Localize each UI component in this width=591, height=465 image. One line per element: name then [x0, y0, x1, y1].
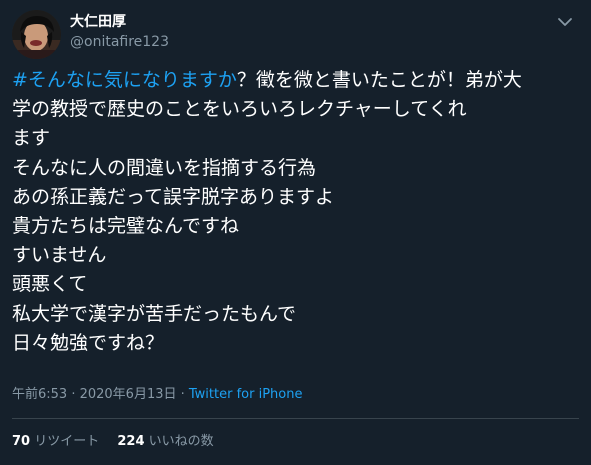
hashtag-link[interactable]: #そんなに気になりますか	[12, 69, 237, 91]
retweets-count: 70	[12, 434, 31, 449]
avatar-image	[12, 10, 61, 59]
chevron-down-icon[interactable]	[555, 12, 575, 32]
retweets-stat[interactable]: 70 リツイート	[12, 432, 99, 452]
avatar[interactable]	[12, 10, 61, 59]
tweet-line-text: ？徵を微と書いたことが！弟が大	[236, 69, 522, 91]
tweet-line: すいません	[12, 244, 107, 267]
likes-label: いいねの数	[148, 434, 214, 449]
tweet-line: 頭悪くて	[12, 273, 88, 296]
tweet-line: 私大学で漢字が苦手だったもんで	[12, 302, 297, 325]
tweet-text: #そんなに気になりますか？徵を微と書いたことが！弟が大 学の教授で歴史のことをい…	[12, 66, 579, 358]
tweet-card: 大仁田厚 @onitafire123 #そんなに気になりますか？徵を微と書いたこ…	[0, 0, 591, 465]
tweet-line: あの孫正義だって誤字脱字ありますよ	[12, 185, 335, 208]
tweet-line: ます	[12, 127, 51, 150]
likes-stat[interactable]: 224 いいねの数	[117, 432, 213, 452]
timestamp[interactable]: 午前6:53 · 2020年6月13日 ·	[12, 387, 189, 402]
source-link[interactable]: Twitter for iPhone	[189, 387, 303, 402]
tweet-header: 大仁田厚 @onitafire123	[12, 10, 579, 60]
display-name[interactable]: 大仁田厚	[70, 12, 169, 32]
tweet-line: そんなに人の間違いを指摘する行為	[12, 156, 317, 179]
tweet-stats: 70 リツイート 224 いいねの数	[12, 432, 228, 452]
likes-count: 224	[117, 434, 145, 449]
user-handle[interactable]: @onitafire123	[70, 32, 169, 52]
author-names: 大仁田厚 @onitafire123	[70, 12, 169, 52]
tweet-line: 貴方たちは完璧なんですね	[12, 214, 240, 237]
divider	[12, 418, 579, 419]
tweet-line: #そんなに気になりますか？徵を微と書いたことが！弟が大	[12, 66, 579, 95]
tweet-line: 学の教授で歴史のことをいろいろレクチャーしてくれ	[12, 98, 467, 121]
retweets-label: リツイート	[34, 434, 100, 449]
tweet-line: 日々勉強ですね？	[12, 331, 165, 354]
tweet-meta: 午前6:53 · 2020年6月13日 · Twitter for iPhone	[12, 385, 302, 405]
